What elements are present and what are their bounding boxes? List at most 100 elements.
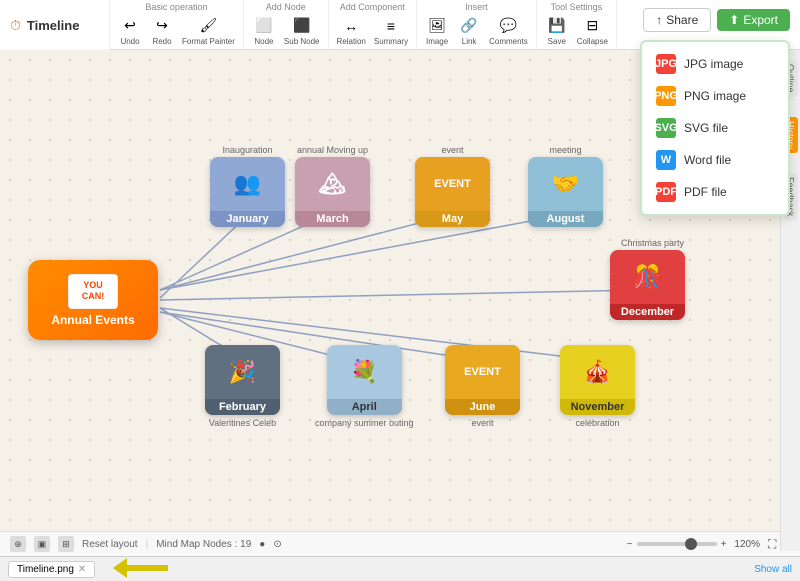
zoom-controls: − + 120% [627, 539, 760, 550]
december-label: December [610, 304, 685, 320]
app-title: Timeline [27, 18, 80, 33]
february-box[interactable]: 🎉 February [205, 345, 280, 415]
file-tab[interactable]: Timeline.png ✕ [8, 561, 95, 578]
share-label: Share [666, 13, 698, 27]
export-svg-label: SVG file [684, 121, 728, 135]
april-box[interactable]: 💐 April [327, 345, 402, 415]
fit-button[interactable]: ⛶ [768, 537, 776, 552]
april-node: 💐 April company summer outing [315, 345, 414, 428]
share-button[interactable]: ↑ Share [643, 8, 711, 32]
export-svg-item[interactable]: SVG SVG file [642, 112, 788, 144]
link-button[interactable]: 🔗Link [455, 14, 483, 48]
statusbar-icon1[interactable]: ⊕ [10, 536, 26, 552]
filename-label: Timeline.png [17, 564, 74, 575]
may-icon: EVENT [415, 157, 490, 211]
january-label: January [210, 211, 285, 227]
word-icon: W [656, 150, 676, 170]
export-button[interactable]: ⬆ Export [717, 9, 790, 31]
june-node: EVENT June event [445, 345, 520, 428]
statusbar-icon2[interactable]: ▣ [34, 536, 50, 552]
redo-button[interactable]: ↪Redo [148, 14, 176, 48]
format-painter-button[interactable]: 🖌Format Painter [180, 14, 237, 48]
export-jpg-label: JPG image [684, 57, 743, 71]
statusbar-icon3[interactable]: ⊞ [58, 536, 74, 552]
zoom-level-label: 120% [734, 539, 760, 550]
august-box[interactable]: 🤝 August [528, 157, 603, 227]
march-label: March [295, 211, 370, 227]
show-all-button[interactable]: Show all [754, 564, 792, 575]
node-button[interactable]: ⬜Node [250, 14, 278, 48]
june-box[interactable]: EVENT June [445, 345, 520, 415]
central-sticker: YOUCAN! [68, 274, 118, 309]
svg-icon: SVG [656, 118, 676, 138]
april-caption-bottom: company summer outing [315, 418, 414, 428]
november-label: November [560, 399, 635, 415]
save-button[interactable]: 💾Save [543, 14, 571, 48]
november-box[interactable]: 🎪 November [560, 345, 635, 415]
toolbar-basic-label: Basic operation [145, 2, 207, 12]
toolbar-addcomp-label: Add Component [340, 2, 405, 12]
may-box[interactable]: EVENT May [415, 157, 490, 227]
march-caption-top: annual Moving up [297, 145, 368, 155]
january-icon: 👥 [210, 157, 285, 211]
central-node-label: Annual Events [51, 313, 134, 327]
arrow-svg [113, 558, 168, 578]
toolbar-addcomp-section: Add Component ↔Relation ≡Summary [329, 0, 418, 49]
february-icon: 🎉 [205, 345, 280, 399]
statusbar: ⊕ ▣ ⊞ Reset layout | Mind Map Nodes : 19… [0, 531, 800, 556]
december-icon: 🎊 [610, 250, 685, 304]
export-jpg-item[interactable]: JPG JPG image [642, 48, 788, 80]
august-node: meeting 🤝 August [528, 145, 603, 227]
file-close-icon[interactable]: ✕ [78, 564, 86, 575]
december-caption-top: Christmas party [621, 238, 684, 248]
december-box[interactable]: 🎊 December [610, 250, 685, 320]
april-label: April [327, 399, 402, 415]
export-icon: ⬆ [729, 13, 739, 27]
reset-layout-label[interactable]: Reset layout [82, 539, 138, 550]
zoom-out-button[interactable]: − [627, 539, 633, 550]
toolbar-tools-label: Tool Settings [551, 2, 603, 12]
export-dropdown: JPG JPG image PNG PNG image SVG SVG file… [640, 40, 790, 216]
august-icon: 🤝 [528, 157, 603, 211]
june-caption-bottom: event [471, 418, 493, 428]
december-node: Christmas party 🎊 December [610, 238, 685, 320]
february-node: 🎉 February Valentines Celeb [205, 345, 280, 428]
export-pdf-item[interactable]: PDF PDF file [642, 176, 788, 208]
export-label: Export [743, 13, 778, 27]
central-node[interactable]: YOUCAN! Annual Events [28, 260, 158, 340]
subnode-button[interactable]: ⬛Sub Node [282, 14, 322, 48]
image-button[interactable]: 🖼Image [423, 14, 451, 48]
mind-map-nodes-label: Mind Map Nodes : 19 [156, 539, 251, 550]
january-caption-top: Inauguration [222, 145, 272, 155]
undo-button[interactable]: ↩Undo [116, 14, 144, 48]
february-label: February [205, 399, 280, 415]
relation-button[interactable]: ↔Relation [335, 14, 368, 48]
may-node: event EVENT May [415, 145, 490, 227]
toolbar-insert-section: Insert 🖼Image 🔗Link 💬Comments [417, 0, 537, 49]
export-png-label: PNG image [684, 89, 746, 103]
zoom-in-button[interactable]: + [721, 539, 727, 550]
title-bar: ⏱ Timeline [0, 0, 110, 50]
november-caption-bottom: celebration [575, 418, 619, 428]
march-icon: 🏔 [295, 157, 370, 211]
summary-button[interactable]: ≡Summary [372, 14, 410, 48]
arrow-indicator [113, 558, 168, 581]
zoom-slider[interactable] [637, 542, 717, 546]
export-word-item[interactable]: W Word file [642, 144, 788, 176]
january-node: Inauguration 👥 January [210, 145, 285, 227]
january-box[interactable]: 👥 January [210, 157, 285, 227]
march-box[interactable]: 🏔 March [295, 157, 370, 227]
statusbar-dot1: ● [259, 539, 265, 550]
november-node: 🎪 November celebration [560, 345, 635, 428]
april-icon: 💐 [327, 345, 402, 399]
june-event-label: EVENT [445, 345, 520, 399]
export-png-item[interactable]: PNG PNG image [642, 80, 788, 112]
export-pdf-label: PDF file [684, 185, 727, 199]
toolbar-addnode-label: Add Node [266, 2, 306, 12]
toolbar-insert-label: Insert [465, 2, 488, 12]
august-caption-top: meeting [549, 145, 581, 155]
comments-button[interactable]: 💬Comments [487, 14, 530, 48]
export-word-label: Word file [684, 153, 731, 167]
collapse-button[interactable]: ⊟Collapse [575, 14, 610, 48]
filebar: Timeline.png ✕ Show all [0, 556, 800, 581]
